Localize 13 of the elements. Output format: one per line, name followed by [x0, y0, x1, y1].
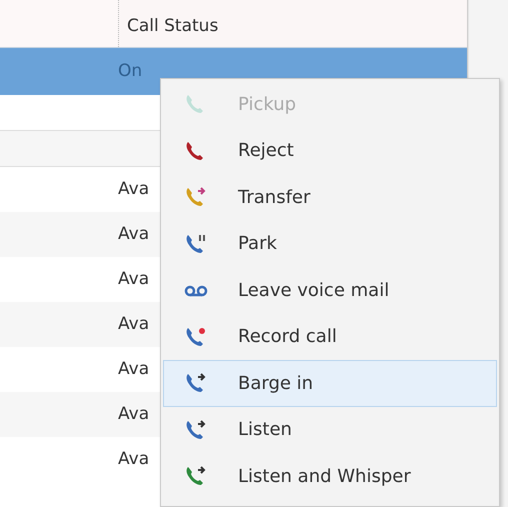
menu-item[interactable]: Reject: [163, 128, 497, 174]
table-cell-text: On: [118, 60, 142, 83]
table-cell-text: Ava: [118, 222, 150, 246]
menu-item[interactable]: Record call: [163, 314, 497, 360]
menu-item[interactable]: Barge in: [163, 360, 497, 406]
menu-item[interactable]: Transfer: [163, 174, 497, 220]
phone-icon: [184, 418, 208, 442]
table-cell-text: Ava: [118, 402, 150, 426]
menu-item[interactable]: Listen: [163, 406, 497, 453]
table-cell-text: Ava: [118, 312, 150, 336]
menu-item[interactable]: Park: [163, 220, 497, 267]
menu-item[interactable]: Listen and Whisper: [163, 453, 497, 500]
menu-item[interactable]: Leave voice mail: [163, 267, 497, 314]
